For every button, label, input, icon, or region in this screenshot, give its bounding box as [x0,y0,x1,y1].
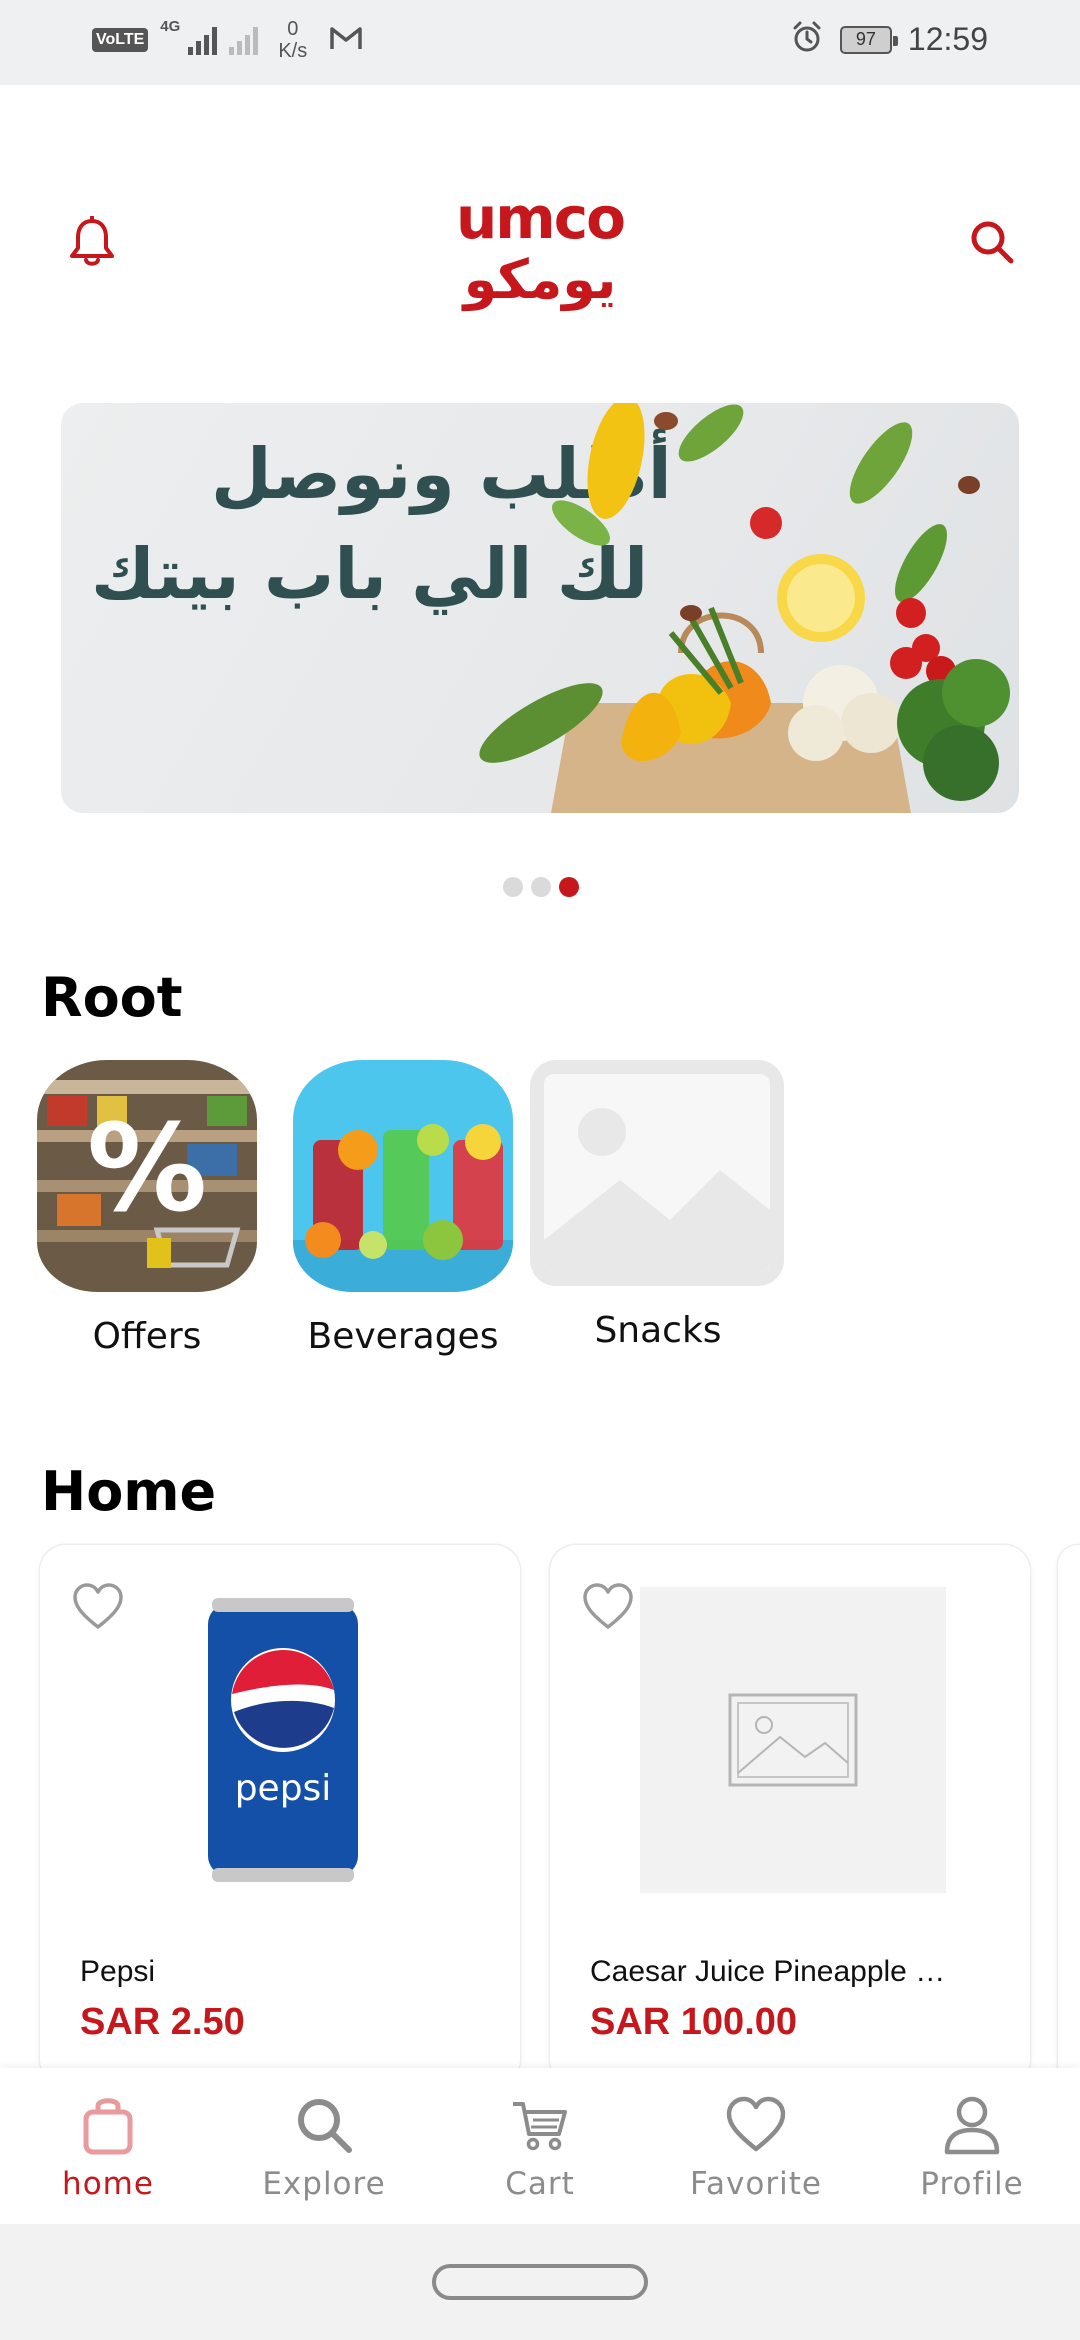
system-navigation-bar [0,2224,1080,2340]
image-placeholder-icon [530,1060,784,1286]
product-card[interactable]: pepsi Pepsi SAR 2.50 [40,1545,520,2085]
promo-banner[interactable]: أطلب ونوصل لك الي باب بيتك [61,403,1019,813]
category-beverages-label: Beverages [307,1316,499,1357]
pagination-dot-3-active[interactable] [559,877,579,897]
logo-arabic: يومكو [461,248,617,311]
svg-text:%: % [87,1100,207,1239]
pagination-dot-2[interactable] [531,877,551,897]
category-offers-image: % [37,1060,257,1292]
nav-explore-label: Explore [262,2166,386,2202]
battery-icon: 97 [839,25,898,54]
signal-secondary-icon [229,25,259,55]
product-image-pepsi: pepsi [128,1585,438,1895]
volte-badge: VoLTE [92,28,149,52]
cart-icon [505,2090,575,2160]
pepsi-can-text: pepsi [235,1768,332,1809]
section-title-root: Root [41,966,183,1029]
heart-icon [73,1583,123,1629]
network-speed: 0 K/s [278,18,307,62]
favorite-button[interactable] [70,1579,126,1635]
product-price: SAR 2.50 [80,2001,245,2043]
nav-explore[interactable]: Explore [216,2068,432,2224]
bottom-navigation: home Explore Cart Favorite Profile [0,2068,1080,2224]
product-name: Caesar Juice Pineapple … [590,1955,946,1988]
home-gesture-pill[interactable] [432,2264,648,2300]
product-card-partial[interactable] [1058,1545,1080,2085]
battery-level: 97 [855,29,876,49]
signal-icon [188,25,218,55]
status-bar: VoLTE 4G 0 K/s 97 12:59 [0,0,1080,85]
product-card[interactable]: Caesar Juice Pineapple … SAR 100.00 [550,1545,1030,2085]
shopping-bag-icon [73,2090,143,2160]
brand-logo: umco يومكو [430,184,650,320]
bell-icon [70,216,114,266]
clock: 12:59 [907,21,988,57]
pagination-dot-1[interactable] [503,877,523,897]
network-speed-value: 0 [287,18,299,40]
status-left: VoLTE 4G 0 K/s [92,18,363,62]
nav-favorite[interactable]: Favorite [648,2068,864,2224]
nav-profile[interactable]: Profile [864,2068,1080,2224]
nav-cart-label: Cart [505,2166,575,2202]
alarm-icon [790,20,824,59]
category-offers[interactable]: % Offers [32,1060,262,1357]
network-type: 4G [160,18,181,35]
heart-icon [721,2090,791,2160]
gmail-icon [329,25,363,56]
category-snacks-label: Snacks [594,1310,722,1351]
banner-pagination [503,877,579,897]
nav-cart[interactable]: Cart [432,2068,648,2224]
favorite-button[interactable] [580,1579,636,1635]
search-icon [289,2090,359,2160]
nav-home[interactable]: home [0,2068,216,2224]
category-beverages-image [293,1060,513,1292]
product-name: Pepsi [80,1955,156,1988]
status-right: 97 12:59 [790,20,988,59]
logo-latin: umco [456,190,624,252]
product-price: SAR 100.00 [590,2001,798,2043]
heart-icon [583,1583,633,1629]
network-speed-unit: K/s [278,40,308,62]
nav-favorite-label: Favorite [690,2166,822,2202]
person-icon [937,2090,1007,2160]
search-icon [971,221,1014,264]
notifications-button[interactable] [62,212,122,272]
vegetables-illustration [479,403,1010,813]
category-snacks[interactable]: Snacks [530,1060,786,1351]
nav-home-label: home [62,2166,154,2202]
category-beverages[interactable]: Beverages [288,1060,518,1357]
nav-profile-label: Profile [920,2166,1024,2202]
category-offers-label: Offers [92,1316,202,1357]
section-title-home: Home [41,1460,217,1523]
header-search-button[interactable] [962,212,1022,272]
product-image-placeholder [638,1585,948,1895]
